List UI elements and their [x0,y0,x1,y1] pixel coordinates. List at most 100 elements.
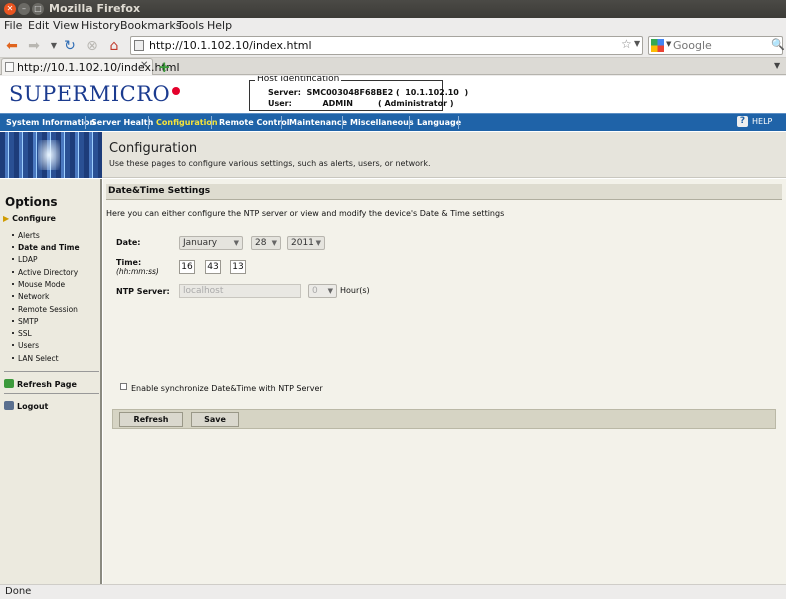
chevron-down-icon: ▼ [233,239,239,247]
ntp-hours-select[interactable]: 0 ▼ [308,284,337,298]
refresh-button[interactable]: Refresh [119,412,183,427]
nav-maintenance[interactable]: Maintenance [289,118,347,127]
sidebar-item-date-and-time[interactable]: Date and Time [12,243,80,252]
folder-arrow-icon: ▶ [3,214,10,223]
refresh-page-link[interactable]: Refresh Page [4,379,77,389]
sidebar-item-lan-select[interactable]: LAN Select [12,354,59,363]
back-icon[interactable]: ⬅ [2,37,22,55]
save-button[interactable]: Save [191,412,239,427]
day-select[interactable]: 28 ▼ [251,236,281,250]
time-label: Time: [116,258,142,267]
sidebar-item-active-directory[interactable]: Active Directory [12,268,78,277]
nav-configuration[interactable]: Configuration [156,118,218,127]
section-title: Date&Time Settings [106,184,782,200]
date-label: Date: [116,238,141,247]
tab-label: http://10.1.102.10/index.html [17,61,180,74]
nav-server-health[interactable]: Server Health [91,118,153,127]
new-tab-icon[interactable]: + [158,58,171,76]
section-intro: Here you can either configure the NTP se… [106,209,505,218]
url-bar[interactable]: http://10.1.102.10/index.html ☆ ▼ [130,36,643,55]
forward-icon[interactable]: ➡ [24,37,44,55]
menu-bar: File Edit View History Bookmarks Tools H… [0,18,786,34]
sidebar-item-alerts[interactable]: Alerts [12,231,40,240]
nav-language[interactable]: Language [417,118,461,127]
time-format-hint: (hh:mm:ss) [116,267,159,276]
window-maximize-button[interactable]: □ [32,3,44,15]
date-time-panel: Date&Time Settings Here you can either c… [103,179,786,584]
ntp-sync-label: Enable synchronize Date&Time with NTP Se… [131,384,323,393]
status-text: Done [5,586,32,597]
home-icon[interactable]: ⌂ [104,37,124,55]
navigation-toolbar: ⬅ ➡ ▼ ↻ ⊗ ⌂ http://10.1.102.10/index.htm… [0,34,786,58]
sidebar-divider [4,393,99,394]
sidebar-item-network[interactable]: Network [12,292,49,301]
browser-tab[interactable]: http://10.1.102.10/index.html ✕ [1,58,180,75]
year-select[interactable]: 2011 ▼ [287,236,325,250]
page-subtitle: Use these pages to configure various set… [109,159,431,168]
main-nav-menu: System Information Server Health Configu… [0,113,786,131]
window-titlebar: ✕ – □ Mozilla Firefox [0,0,786,18]
logout-icon [4,401,14,410]
menu-edit[interactable]: Edit [28,19,49,32]
refresh-icon [4,379,14,388]
sidebar-item-ldap[interactable]: LDAP [12,255,37,264]
hour-field[interactable]: 16 [179,260,195,274]
status-bar: Done [0,584,786,599]
ntp-server-field[interactable]: localhost [179,284,301,298]
ntp-sync-checkbox[interactable] [120,383,127,390]
url-dropdown-icon[interactable]: ▼ [634,39,640,48]
search-icon[interactable]: 🔍 [771,38,785,51]
tab-bar: http://10.1.102.10/index.html ✕ + ▼ [0,58,786,76]
tab-close-icon[interactable]: ✕ [140,60,148,71]
help-link[interactable]: HELP [752,117,772,126]
window-close-button[interactable]: ✕ [4,3,16,15]
menu-view[interactable]: View [53,19,79,32]
supermicro-logo: SUPERMICRO [9,82,181,106]
chevron-down-icon: ▼ [327,287,333,295]
page-banner: Configuration Use these pages to configu… [0,132,786,178]
stop-icon[interactable]: ⊗ [82,37,102,55]
options-sidebar: Options ▶ Configure Alerts Date and Time … [0,179,102,584]
tab-favicon-icon [5,62,14,72]
menu-file[interactable]: File [4,19,22,32]
google-engine-icon[interactable] [651,39,664,52]
menu-tools[interactable]: Tools [177,19,204,32]
window-minimize-button[interactable]: – [18,3,30,15]
nav-remote-control[interactable]: Remote Control [219,118,290,127]
reload-icon[interactable]: ↻ [60,37,80,55]
ntp-hours-unit: Hour(s) [340,286,370,295]
host-server-row: Server: SMC003048F68BE2 ( 10.1.102.10 ) [268,88,469,97]
window-title: Mozilla Firefox [49,2,141,15]
logout-link[interactable]: Logout [4,401,48,411]
page-title: Configuration [109,141,198,156]
nav-system-information[interactable]: System Information [6,118,95,127]
host-user-row: User: ADMIN ( Administrator ) [268,99,454,108]
sidebar-item-ssl[interactable]: SSL [12,329,32,338]
site-favicon-icon [134,40,144,51]
sidebar-item-remote-session[interactable]: Remote Session [12,305,78,314]
minute-field[interactable]: 43 [205,260,221,274]
search-box[interactable]: ▼ 🔍 [648,36,785,55]
sidebar-item-mouse-mode[interactable]: Mouse Mode [12,280,65,289]
url-text: http://10.1.102.10/index.html [149,39,312,52]
sidebar-item-smtp[interactable]: SMTP [12,317,38,326]
engine-dropdown-icon[interactable]: ▼ [666,40,671,48]
sidebar-item-users[interactable]: Users [12,341,39,350]
page-header: SUPERMICRO Host Identification Server: S… [0,76,786,112]
ntp-server-label: NTP Server: [116,287,170,296]
bookmark-star-icon[interactable]: ☆ [621,37,632,51]
menu-history[interactable]: History [81,19,120,32]
menu-help[interactable]: Help [207,19,232,32]
nav-miscellaneous[interactable]: Miscellaneous [350,118,414,127]
search-input[interactable] [673,38,768,53]
sidebar-group-configure[interactable]: ▶ Configure [3,214,56,223]
host-legend: Host Identification [255,76,342,84]
sidebar-divider [4,371,99,372]
datacenter-banner-image [0,132,102,178]
web-content: SUPERMICRO Host Identification Server: S… [0,76,786,584]
menu-bookmarks[interactable]: Bookmarks [120,19,181,32]
tab-list-icon[interactable]: ▼ [774,61,780,70]
second-field[interactable]: 13 [230,260,246,274]
month-select[interactable]: January ▼ [179,236,243,250]
help-icon[interactable]: ? [737,116,748,127]
